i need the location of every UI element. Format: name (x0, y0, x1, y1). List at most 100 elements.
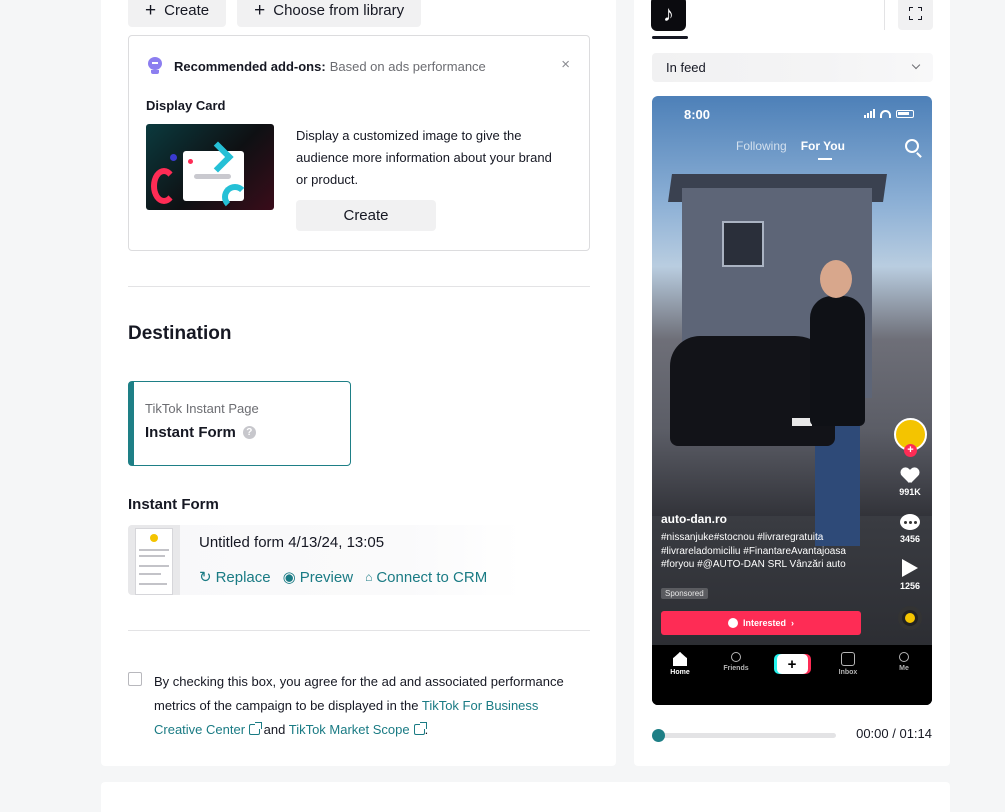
cta-icon (727, 618, 738, 628)
destination-heading: Destination (128, 323, 232, 344)
nav-home-label: Home (670, 669, 690, 676)
agreement-and: and (260, 722, 289, 737)
nav-friends: Friends (716, 652, 756, 672)
share-count: 1256 (899, 581, 921, 591)
lightbulb-icon (147, 57, 163, 75)
signal-icon (864, 109, 875, 118)
progress-handle[interactable] (652, 729, 665, 742)
recommended-addons-box: Recommended add-ons: Based on ads perfor… (128, 35, 590, 251)
plus-icon: + (254, 0, 266, 21)
preview-video-person (810, 296, 865, 426)
share-icon (902, 559, 918, 577)
nav-inbox: Inbox (828, 652, 868, 676)
section-divider (128, 630, 590, 631)
creative-toolbar: + Create + Choose from library (128, 0, 422, 27)
comment-action: 3456 (892, 514, 928, 544)
fullscreen-icon (909, 7, 922, 20)
comment-icon (900, 514, 920, 530)
agreement-text: By checking this box, you agree for the … (154, 670, 579, 742)
preview-label: Preview (299, 568, 354, 586)
create-plus-icon: + (776, 654, 808, 674)
connect-label: Connect to CRM (376, 568, 488, 586)
placement-value: In feed (666, 60, 706, 75)
chevron-right-icon: › (791, 618, 794, 628)
status-icons (864, 109, 914, 118)
video-progress-slider[interactable] (652, 729, 836, 742)
external-link-icon (413, 722, 427, 735)
display-card-thumbnail (146, 124, 274, 210)
replace-button[interactable]: ↻ Replace (199, 568, 271, 587)
refresh-icon: ↻ (199, 569, 212, 586)
destination-caption: TikTok Instant Page (145, 401, 259, 416)
market-scope-label: TikTok Market Scope (288, 722, 410, 737)
close-icon[interactable]: × (561, 56, 570, 73)
battery-icon (896, 110, 914, 118)
video-time: 00:00 / 01:14 (856, 726, 932, 741)
cta-label: Interested (742, 618, 786, 628)
form-thumbnail (128, 525, 180, 595)
share-action: 1256 (892, 559, 928, 591)
eye-icon: ◉ (282, 569, 296, 586)
agreement-checkbox[interactable] (128, 672, 142, 686)
recommended-title: Recommended add-ons: (174, 58, 326, 74)
video-caption: #nissanjuke#stocnou #livraregratuita #li… (661, 532, 846, 570)
instant-form-row: Untitled form 4/13/24, 13:05 ↻ Replace ◉… (128, 525, 522, 595)
comment-count: 3456 (899, 534, 921, 544)
for-you-indicator (818, 158, 832, 160)
nav-inbox-label: Inbox (838, 669, 858, 676)
create-label: Create (164, 2, 210, 19)
create-button[interactable]: + Create (128, 0, 227, 27)
placement-select[interactable]: In feed (652, 53, 933, 82)
market-scope-link[interactable]: TikTok Market Scope (288, 722, 427, 737)
display-card-title: Display Card (146, 98, 226, 113)
feed-tabs: Following For You (736, 139, 845, 153)
heart-icon (901, 468, 919, 484)
instant-form-heading: Instant Form (128, 496, 219, 513)
form-name: Untitled form 4/13/24, 13:05 (199, 534, 385, 551)
recommended-header: Recommended add-ons: Based on ads perfor… (147, 57, 486, 75)
help-icon[interactable]: ? (242, 426, 256, 439)
tab-for-you: For You (800, 139, 845, 153)
creator-username: auto-dan.ro (661, 512, 727, 526)
bell-icon: ⌂ (365, 570, 373, 584)
inbox-icon (841, 652, 855, 666)
search-icon (905, 139, 919, 153)
vertical-separator (884, 0, 885, 30)
like-count: 991K (899, 487, 921, 497)
wifi-icon (880, 110, 891, 118)
like-action: 991K (892, 468, 928, 497)
follow-plus-icon: + (904, 444, 917, 457)
profile-icon (899, 652, 909, 662)
display-card-description: Display a customized image to give the a… (296, 128, 552, 187)
ad-preview-panel: ♪ In feed 8:00 Following For You + 991K … (634, 0, 950, 766)
preview-button[interactable]: ◉ Preview (282, 568, 354, 587)
home-icon (673, 652, 687, 666)
tiktok-logo-icon[interactable]: ♪ (651, 0, 686, 31)
connect-crm-button[interactable]: ⌂ Connect to CRM (365, 569, 487, 586)
choose-from-library-button[interactable]: + Choose from library (237, 0, 422, 27)
recommended-subtitle: Based on ads performance (329, 58, 486, 74)
ad-creative-panel: + Create + Choose from library Recommend… (101, 0, 616, 766)
destination-value: Instant Form ? (145, 424, 256, 441)
display-card-create-button[interactable]: Create (296, 200, 436, 231)
phone-preview: 8:00 Following For You + 991K 3456 1256 … (652, 96, 932, 705)
form-actions: ↻ Replace ◉ Preview ⌂ Connect to CRM (199, 568, 487, 587)
nav-create: + (772, 652, 812, 674)
destination-value-label: Instant Form (145, 424, 236, 441)
nav-friends-label: Friends (723, 665, 749, 672)
cta-button: Interested › (661, 611, 861, 635)
plus-icon: + (145, 0, 157, 21)
tiktok-tab-indicator (652, 36, 688, 39)
replace-label: Replace (215, 568, 271, 586)
phone-bottom-nav: Home Friends + Inbox Me (652, 645, 932, 705)
chevron-down-icon (911, 60, 921, 70)
destination-option-instant-form[interactable]: TikTok Instant Page Instant Form ? (128, 381, 351, 466)
nav-me: Me (884, 652, 924, 672)
nav-me-label: Me (899, 665, 909, 672)
next-section-panel (101, 782, 950, 812)
choose-label: Choose from library (273, 2, 405, 19)
status-time: 8:00 (684, 107, 711, 122)
nav-home: Home (660, 652, 700, 676)
fullscreen-button[interactable] (898, 0, 933, 30)
music-disc-icon (898, 606, 922, 630)
